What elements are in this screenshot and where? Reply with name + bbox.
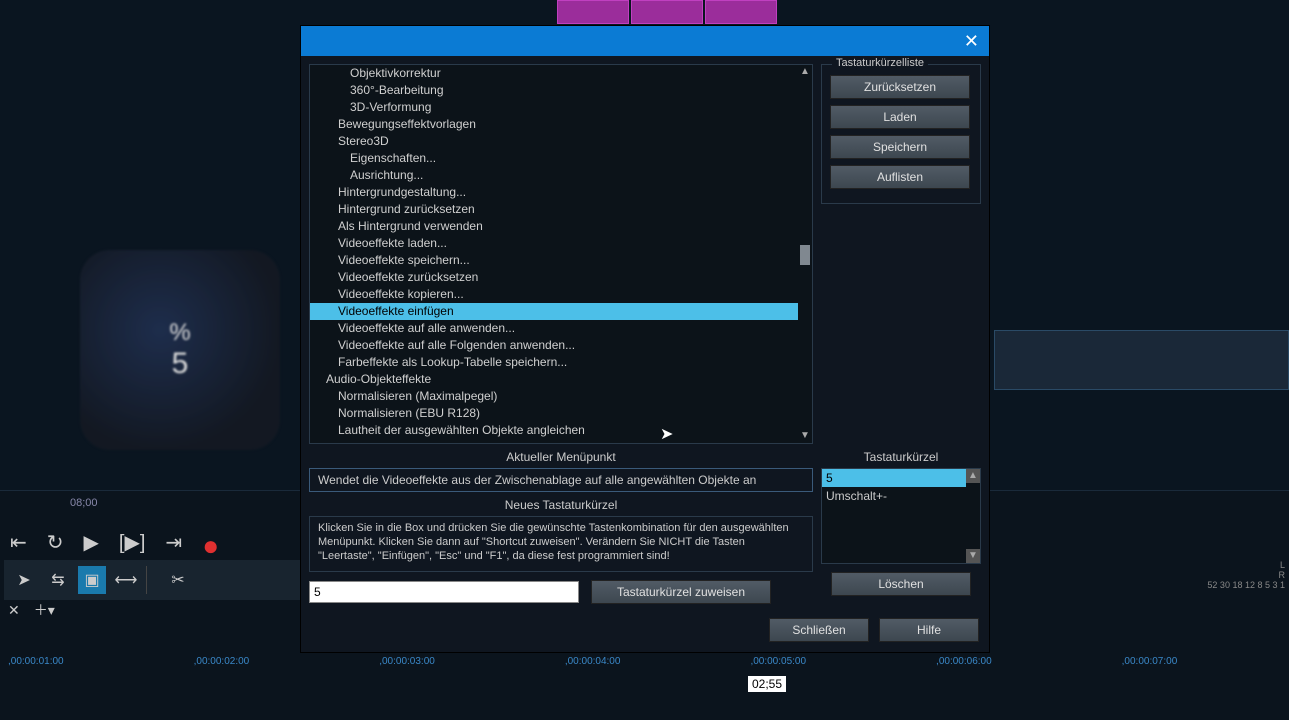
tc: ,00:00:04:00 (565, 656, 621, 667)
tc: ,00:00:06:00 (936, 656, 992, 667)
tree-item[interactable]: Farbeffekte als Lookup-Tabelle speichern… (310, 354, 798, 371)
menu-tree-list[interactable]: Objektivkorrektur360°-Bearbeitung3D-Verf… (310, 65, 798, 443)
close-icon[interactable]: ✕ (964, 31, 979, 52)
load-button[interactable]: Laden (830, 105, 970, 129)
tree-item[interactable]: Videoeffekte kopieren... (310, 286, 798, 303)
scroll-thumb[interactable] (800, 245, 810, 265)
tree-item[interactable]: Videoeffekte laden... (310, 235, 798, 252)
bg-top-toolbar (557, 0, 777, 24)
shortcut-scrollbar[interactable]: ▲ ▼ (966, 469, 980, 563)
delete-button[interactable]: Löschen (831, 572, 971, 596)
shortcut-item[interactable]: 5 (822, 469, 966, 487)
key-percent-label: % (169, 319, 190, 347)
cut-tool-icon[interactable]: ✂ (164, 566, 192, 594)
shortcut-list-group-title: Tastaturkürzelliste (832, 57, 928, 69)
tree-item[interactable]: Eigenschaften... (310, 150, 798, 167)
shortcut-dialog: ✕ Objektivkorrektur360°-Bearbeitung3D-Ve… (300, 25, 990, 653)
tree-item[interactable]: Videoeffekte zurücksetzen (310, 269, 798, 286)
shortcut-list[interactable]: 5Umschalt+- (822, 469, 966, 563)
tree-item[interactable]: Audio-Objekteffekte (310, 371, 798, 388)
tree-item[interactable]: Videoeffekte speichern... (310, 252, 798, 269)
keyboard-key-graphic: % 5 (80, 250, 280, 450)
tree-item[interactable]: Lautheit der ausgewählten Objekte anglei… (310, 422, 798, 439)
meter-scale: 52 30 18 12 8 5 3 1 (1207, 580, 1285, 590)
tree-scrollbar[interactable]: ▲ ▼ (798, 65, 812, 443)
dialog-titlebar[interactable]: ✕ (301, 26, 989, 56)
loop-icon[interactable]: ↻ (47, 530, 64, 562)
tree-item[interactable]: Ausrichtung... (310, 167, 798, 184)
close-button[interactable]: Schließen (769, 618, 869, 642)
scroll-up-icon[interactable]: ▲ (966, 469, 980, 483)
current-menu-label: Aktueller Menüpunkt (309, 444, 813, 468)
shortcut-list-label: Tastaturkürzel (821, 444, 981, 468)
bg-tool-crop-icon (631, 0, 703, 24)
tree-item[interactable]: 3D-Verformung (310, 99, 798, 116)
reset-button[interactable]: Zurücksetzen (830, 75, 970, 99)
tc: ,00:00:02:00 (194, 656, 250, 667)
bg-video-clip (994, 330, 1289, 390)
tc: ,00:00:05:00 (750, 656, 806, 667)
shortcut-input[interactable] (309, 581, 579, 603)
tree-item[interactable]: Normalisieren (EBU R128) (310, 405, 798, 422)
tc: ,00:00:03:00 (379, 656, 435, 667)
tc: ,00:00:07:00 (1122, 656, 1178, 667)
pointer-tool-icon[interactable]: ➤ (10, 566, 38, 594)
add-track-icon[interactable]: ＋▾ (34, 600, 55, 620)
meter-r: R (1207, 570, 1285, 580)
play-icon[interactable]: ▶ (84, 530, 99, 562)
record-icon[interactable]: ● (202, 530, 219, 562)
tree-item[interactable]: Bewegungseffektvorlagen (310, 116, 798, 133)
tree-item[interactable]: Hintergrundgestaltung... (310, 184, 798, 201)
goto-start-icon[interactable]: ⇤ (10, 530, 27, 562)
tree-item[interactable]: Objektivkorrektur (310, 65, 798, 82)
tree-item[interactable]: Als Hintergrund verwenden (310, 218, 798, 235)
play-range-icon[interactable]: [▶] (119, 530, 146, 562)
shortcut-list-panel: 5Umschalt+- ▲ ▼ (821, 468, 981, 564)
shortcut-item[interactable]: Umschalt+- (822, 487, 966, 505)
scroll-up-icon[interactable]: ▲ (798, 65, 812, 79)
current-menu-description: Wendet die Videoeffekte aus der Zwischen… (309, 468, 813, 492)
tree-item[interactable]: Videoeffekte einfügen (310, 303, 798, 320)
edit-tools: ➤ ⇆ ▣ ⟷ ✂ (4, 560, 304, 600)
tree-item[interactable]: Videoeffekte auf alle anwenden... (310, 320, 798, 337)
key-number-label: 5 (172, 347, 189, 381)
tree-item[interactable]: 360°-Bearbeitung (310, 82, 798, 99)
tc: ,00:00:01:00 (8, 656, 64, 667)
menu-tree-panel: Objektivkorrektur360°-Bearbeitung3D-Verf… (309, 64, 813, 444)
tree-item[interactable]: Normalisieren (Maximalpegel) (310, 388, 798, 405)
ripple-tool-icon[interactable]: ⇆ (44, 566, 72, 594)
close-track-icon[interactable]: ✕ (8, 602, 20, 619)
help-button[interactable]: Hilfe (879, 618, 979, 642)
meter-l: L (1207, 560, 1285, 570)
audio-meter: L R 52 30 18 12 8 5 3 1 (1207, 560, 1285, 590)
save-button[interactable]: Speichern (830, 135, 970, 159)
tree-item[interactable]: Videoeffekte auf alle Folgenden anwenden… (310, 337, 798, 354)
selection-tool-icon[interactable]: ▣ (78, 566, 106, 594)
tree-item[interactable]: Stereo3D (310, 133, 798, 150)
scroll-down-icon[interactable]: ▼ (966, 549, 980, 563)
stretch-tool-icon[interactable]: ⟷ (112, 566, 140, 594)
bg-tool-camera-icon (705, 0, 777, 24)
bg-tool-globe-icon (557, 0, 629, 24)
shortcut-instructions: Klicken Sie in die Box und drücken Sie d… (309, 516, 813, 572)
assign-shortcut-button[interactable]: Tastaturkürzel zuweisen (591, 580, 771, 604)
divider (146, 566, 158, 594)
new-shortcut-label: Neues Tastaturkürzel (309, 492, 813, 516)
shortcut-list-group: Tastaturkürzelliste Zurücksetzen Laden S… (821, 64, 981, 204)
tree-item[interactable]: Hintergrund zurücksetzen (310, 201, 798, 218)
scroll-down-icon[interactable]: ▼ (798, 429, 812, 443)
list-button[interactable]: Auflisten (830, 165, 970, 189)
goto-end-icon[interactable]: ⇥ (165, 530, 182, 562)
timeline-timecodes: ,00:00:01:00 ,00:00:02:00 ,00:00:03:00 ,… (0, 656, 1289, 667)
video-timestamp-overlay: 02;55 (748, 676, 786, 692)
